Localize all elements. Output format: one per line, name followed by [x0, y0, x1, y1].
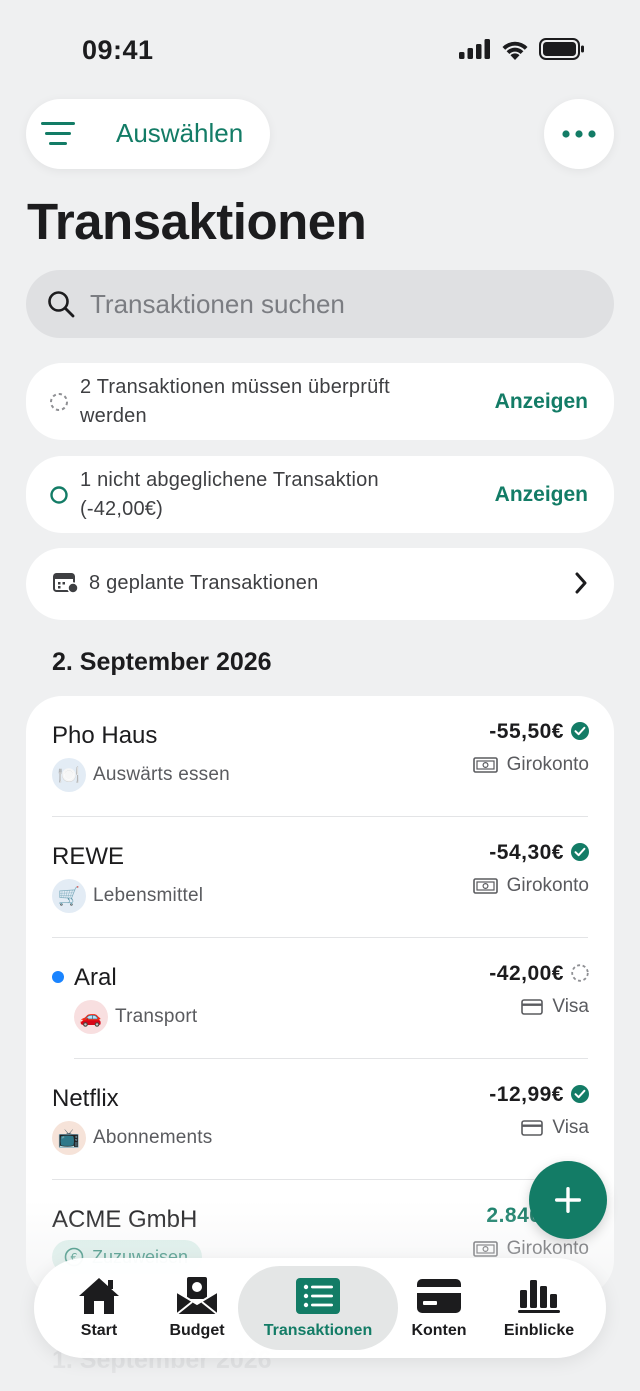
- status-icons: [459, 38, 585, 60]
- tv-icon: 📺: [52, 1121, 86, 1155]
- pending-status-icon: [50, 393, 68, 411]
- scheduled-transactions-row[interactable]: 8 geplante Transaktionen: [26, 548, 614, 620]
- wifi-icon: [502, 41, 528, 60]
- unreconciled-notice-text: 1 nicht abgeglichene Transaktion (-42,00…: [80, 469, 379, 520]
- transaction-account: Girokonto: [472, 754, 589, 776]
- filter-menu-icon: [41, 122, 75, 145]
- unreconciled-show-button[interactable]: Anzeigen: [495, 483, 588, 507]
- transaction-amount: -54,30€: [489, 841, 564, 864]
- search-placeholder: Transaktionen suchen: [90, 289, 345, 319]
- transaction-amount: -12,99€: [489, 1083, 564, 1106]
- transaction-category: Lebensmittel: [93, 885, 204, 906]
- tab-label: Start: [80, 1322, 118, 1339]
- more-dots-icon: [562, 130, 596, 138]
- review-notice-text: 2 Transaktionen müssen überprüft werden: [80, 376, 390, 427]
- car-icon: 🚗: [74, 1000, 108, 1034]
- tab-label: Transaktionen: [263, 1322, 373, 1339]
- cash-icon: [472, 757, 498, 773]
- card-icon: [521, 1120, 544, 1136]
- card-icon: [417, 1279, 461, 1313]
- transaction-account: Girokonto: [472, 875, 589, 897]
- select-label: Auswählen: [116, 118, 244, 148]
- status-time: 09:41: [82, 35, 154, 65]
- transaction-account-name: Visa: [552, 1117, 589, 1138]
- transaction-row[interactable]: Netflix 📺 Abonnements -12,99€ Visa: [26, 1059, 614, 1180]
- transaction-account-name: Visa: [552, 996, 589, 1017]
- cash-icon: [472, 878, 498, 894]
- tab-transaktionen[interactable]: Transaktionen: [238, 1266, 398, 1350]
- card-icon: [521, 999, 544, 1015]
- transaction-row[interactable]: Pho Haus 🍽️ Auswärts essen -55,50€ Girok…: [26, 696, 614, 817]
- transaction-row[interactable]: REWE 🛒 Lebensmittel -54,30€ Girokonto: [26, 817, 614, 938]
- cellular-signal-icon: [459, 39, 490, 59]
- calendar-clock-icon: [53, 573, 79, 594]
- transaction-payee: REWE: [52, 843, 124, 870]
- transaction-payee: Pho Haus: [52, 722, 158, 749]
- transaction-account: Girokonto: [472, 1238, 589, 1260]
- plate-icon: 🍽️: [52, 758, 86, 792]
- unreconciled-status-icon: [50, 486, 68, 504]
- unreconciled-notice[interactable]: 1 nicht abgeglichene Transaktion (-42,00…: [26, 456, 614, 533]
- tab-label: Konten: [411, 1322, 467, 1339]
- tab-budget[interactable]: Budget: [156, 1258, 238, 1358]
- transaction-account: Visa: [521, 996, 589, 1018]
- transaction-row[interactable]: Aral 🚗 Transport -42,00€ Visa: [26, 938, 614, 1059]
- transaction-payee: Netflix: [52, 1085, 119, 1112]
- pending-status-icon: [571, 964, 589, 982]
- tab-label: Einblicke: [503, 1322, 575, 1339]
- unread-dot: [52, 971, 64, 983]
- transaction-payee: Aral: [74, 964, 117, 991]
- chevron-right-icon: [575, 572, 587, 594]
- cash-icon: [472, 1241, 498, 1257]
- date-heading: 2. September 2026: [52, 648, 272, 676]
- transaction-amount: -42,00€: [489, 962, 564, 985]
- add-transaction-button[interactable]: [529, 1161, 607, 1239]
- cleared-check-icon: [571, 1085, 589, 1103]
- search-input[interactable]: Transaktionen suchen: [26, 270, 614, 338]
- list-icon: [296, 1278, 340, 1314]
- transaction-category: Abonnements: [93, 1127, 213, 1148]
- transaction-payee: ACME GmbH: [52, 1206, 198, 1233]
- scheduled-transactions-text: 8 geplante Transaktionen: [89, 572, 319, 594]
- transaction-list: Pho Haus 🍽️ Auswärts essen -55,50€ Girok…: [26, 696, 614, 1296]
- review-show-button[interactable]: Anzeigen: [495, 390, 588, 414]
- transaction-category: Transport: [115, 1006, 198, 1027]
- transaction-account: Visa: [521, 1117, 589, 1139]
- house-icon: [79, 1278, 119, 1314]
- transaction-account-name: Girokonto: [506, 875, 589, 896]
- plus-icon: [555, 1187, 581, 1213]
- transaction-amount: -55,50€: [489, 720, 564, 743]
- bar-chart-icon: [518, 1280, 560, 1313]
- tab-einblicke[interactable]: Einblicke: [496, 1258, 582, 1358]
- battery-icon: [539, 38, 584, 60]
- select-button[interactable]: Auswählen: [26, 99, 270, 169]
- cleared-check-icon: [571, 722, 589, 740]
- tab-label: Budget: [169, 1322, 225, 1339]
- transaction-account-name: Girokonto: [506, 1238, 589, 1259]
- cleared-check-icon: [571, 843, 589, 861]
- envelope-icon: [176, 1277, 218, 1315]
- status-bar: 09:41: [0, 0, 640, 100]
- tab-konten[interactable]: Konten: [398, 1258, 480, 1358]
- tab-bar: Start Budget Transaktionen Konten Einbli…: [34, 1258, 606, 1358]
- cart-icon: 🛒: [52, 879, 86, 913]
- more-button[interactable]: [544, 99, 614, 169]
- transaction-account-name: Girokonto: [506, 754, 589, 775]
- tab-start[interactable]: Start: [58, 1258, 140, 1358]
- search-icon: [48, 291, 75, 318]
- page-title: Transaktionen: [27, 193, 367, 250]
- transaction-category: Auswärts essen: [93, 764, 230, 785]
- review-notice[interactable]: 2 Transaktionen müssen überprüft werden …: [26, 363, 614, 440]
